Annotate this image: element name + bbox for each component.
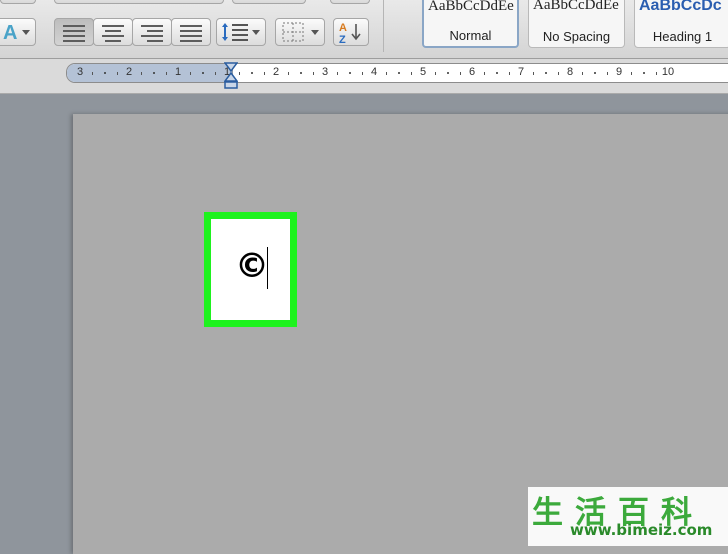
ruler-number: 4 (370, 66, 378, 78)
ruler-tick (508, 72, 510, 75)
ruler-bar: 3 2 1 1 2 3 4 5 6 7 8 9 10 (0, 59, 728, 94)
style-preview-text: AaBbCcDc (639, 0, 722, 14)
ruler-number: 5 (419, 66, 427, 78)
ruler-number: 3 (321, 66, 329, 78)
ruler-tick (606, 72, 608, 75)
ruler-tick (435, 72, 437, 75)
ruler-number: 8 (566, 66, 574, 78)
clipped-toolbar-group[interactable] (232, 0, 306, 4)
ruler-tick (165, 72, 167, 75)
watermark-url: www.bimeiz.com (570, 521, 713, 539)
ruler-dot (446, 72, 449, 74)
ruler-number: 10 (661, 66, 675, 78)
align-right-icon (141, 25, 163, 45)
ruler-tick (141, 72, 143, 75)
ruler-tick (410, 72, 412, 75)
ruler-dot (152, 72, 155, 74)
ruler-dot (397, 72, 400, 74)
ruler-number: 2 (125, 66, 133, 78)
clipped-toolbar-button[interactable] (330, 0, 370, 4)
chevron-down-icon (22, 30, 30, 35)
ruler-dot (103, 72, 106, 74)
ruler-number: 9 (615, 66, 623, 78)
toolbar-divider (383, 0, 384, 52)
ribbon-toolbar: A A Z AaBbCcDdEe Normal AaBbCcDdEe No Sp… (0, 0, 728, 59)
borders-icon (282, 22, 304, 42)
ruler-tick (92, 72, 94, 75)
ruler-number: 6 (468, 66, 476, 78)
ruler-tick (631, 72, 633, 75)
justify-icon (180, 25, 202, 45)
text-effects-button[interactable]: A (0, 18, 36, 46)
style-label: Normal (449, 28, 492, 43)
ruler-dot (642, 72, 645, 74)
ruler-tick (239, 72, 241, 75)
ruler-number: 2 (272, 66, 280, 78)
ruler-tick (459, 72, 461, 75)
text-effects-icon: A (3, 22, 18, 44)
style-label: Heading 1 (652, 29, 713, 44)
ruler-tick (263, 72, 265, 75)
justify-button[interactable] (171, 18, 211, 46)
style-label: No Spacing (542, 29, 611, 44)
chevron-down-icon (252, 30, 260, 35)
ruler-number: 3 (76, 66, 84, 78)
ruler-tick (361, 72, 363, 75)
horizontal-ruler[interactable]: 3 2 1 1 2 3 4 5 6 7 8 9 10 (66, 63, 728, 83)
highlighted-symbol-box: © (204, 212, 297, 327)
ruler-tick (190, 72, 192, 75)
line-spacing-icon (222, 23, 248, 41)
ruler-dot (250, 72, 253, 74)
text-cursor (267, 247, 268, 289)
ruler-tick (337, 72, 339, 75)
clipped-toolbar-group[interactable] (54, 0, 224, 4)
indent-marker-icon[interactable] (224, 60, 238, 92)
ruler-dot (593, 72, 596, 74)
ruler-tick (116, 72, 118, 75)
ruler-tick (557, 72, 559, 75)
ruler-tick (312, 72, 314, 75)
align-center-icon (102, 25, 124, 45)
ruler-number: 7 (517, 66, 525, 78)
style-heading-1-tile[interactable]: AaBbCcDc Heading 1 (634, 0, 728, 48)
ruler-tick (582, 72, 584, 75)
ruler-dot (299, 72, 302, 74)
ruler-tick (484, 72, 486, 75)
ruler-tick (386, 72, 388, 75)
ruler-tick (533, 72, 535, 75)
ruler-dot (544, 72, 547, 74)
clipped-toolbar-button[interactable] (0, 0, 36, 4)
watermark: 生活百科 www.bimeiz.com (528, 487, 728, 546)
svg-text:A: A (339, 22, 347, 34)
style-preview-text: AaBbCcDdEe (533, 0, 619, 13)
ruler-dot (201, 72, 204, 74)
style-preview-text: AaBbCcDdEe (428, 0, 514, 14)
sort-button[interactable]: A Z (333, 18, 369, 46)
copyright-symbol: © (235, 246, 269, 286)
align-left-icon (63, 25, 85, 45)
document-canvas (0, 94, 728, 554)
borders-button[interactable] (275, 18, 325, 46)
style-normal-tile[interactable]: AaBbCcDdEe Normal (422, 0, 519, 48)
ruler-tick (655, 72, 657, 75)
line-spacing-button[interactable] (216, 18, 266, 46)
svg-text:Z: Z (339, 34, 346, 44)
ruler-number: 1 (174, 66, 182, 78)
style-no-spacing-tile[interactable]: AaBbCcDdEe No Spacing (528, 0, 625, 48)
ruler-tick (288, 72, 290, 75)
align-center-button[interactable] (93, 18, 133, 46)
chevron-down-icon (311, 30, 319, 35)
ruler-dot (495, 72, 498, 74)
align-left-button[interactable] (54, 18, 94, 46)
ruler-dot (348, 72, 351, 74)
sort-icon: A Z (339, 22, 361, 44)
align-right-button[interactable] (132, 18, 172, 46)
ruler-tick (214, 72, 216, 75)
